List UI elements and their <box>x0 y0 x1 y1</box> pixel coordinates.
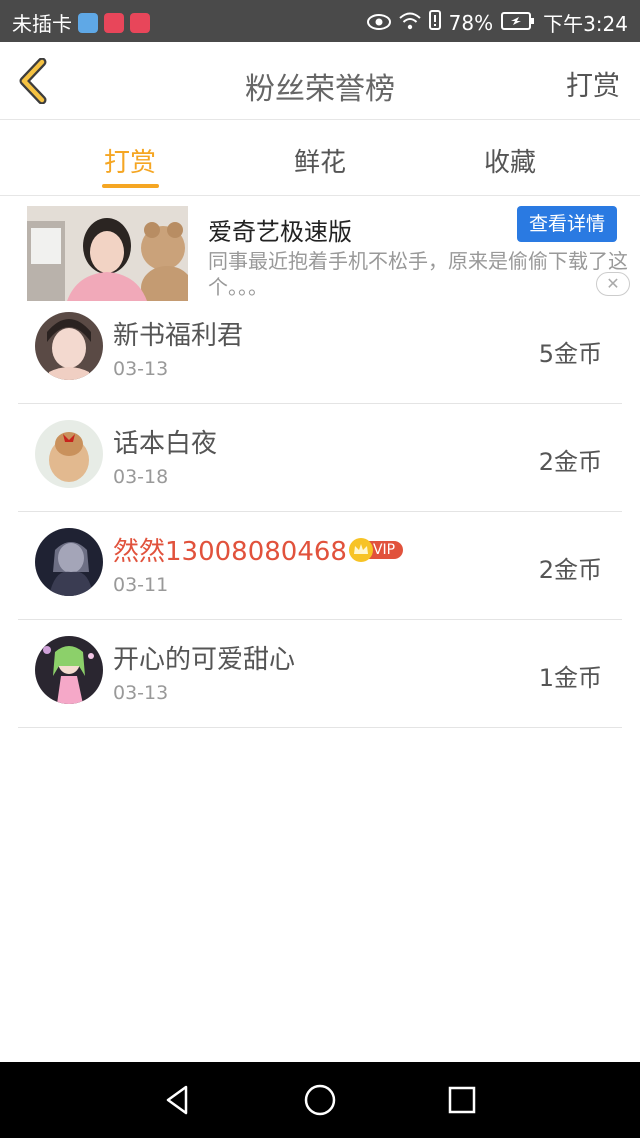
tab-reward[interactable]: 打赏 <box>70 142 190 179</box>
fan-coins: 1金币 <box>538 664 602 692</box>
carrier-text: 未插卡 <box>12 12 72 36</box>
fan-date: 03-13 <box>113 358 169 380</box>
active-tab-indicator <box>102 184 159 188</box>
system-nav-bar <box>0 1062 640 1138</box>
crown-icon <box>348 537 373 562</box>
fan-name: 话本白夜 <box>113 429 218 459</box>
fan-name: 然然13008080468 VIP <box>113 531 404 568</box>
clock: 下午3:24 <box>543 12 628 36</box>
reward-action-button[interactable]: 打赏 <box>566 64 620 103</box>
vip-badge: VIP <box>348 537 404 562</box>
fan-coins: 2金币 <box>538 448 602 476</box>
ad-thumbnail[interactable] <box>27 206 188 301</box>
avatar[interactable] <box>35 312 103 380</box>
shop-app-icon <box>104 12 124 33</box>
book-app-icon <box>130 12 150 33</box>
fan-list: 新书福利君 03-13 5金币 话本白夜 03-18 2金币 然然1300808… <box>18 296 622 728</box>
tab-favorites[interactable]: 收藏 <box>450 142 570 179</box>
fan-coins: 2金币 <box>538 556 602 584</box>
eye-icon <box>366 11 391 35</box>
fan-name: 新书福利君 <box>113 321 244 351</box>
square-recents-icon <box>448 1086 476 1114</box>
wifi-icon <box>398 11 421 35</box>
list-item[interactable]: 然然13008080468 VIP 03-11 2金币 <box>18 512 622 620</box>
alert-icon <box>428 10 441 35</box>
ad-title: 爱奇艺极速版 <box>208 218 352 246</box>
list-item[interactable]: 话本白夜 03-18 2金币 <box>18 404 622 512</box>
avatar[interactable] <box>35 528 103 596</box>
fan-coins: 5金币 <box>538 340 602 368</box>
battery-icon <box>501 11 535 35</box>
triangle-back-icon <box>166 1085 188 1115</box>
battery-percent: 78% <box>448 10 494 35</box>
page-title: 粉丝荣誉榜 <box>245 72 395 107</box>
tab-bar: 打赏 鲜花 收藏 <box>0 120 640 196</box>
nav-recents-button[interactable] <box>444 1082 480 1118</box>
browser-app-icon <box>78 12 98 33</box>
fan-date: 03-11 <box>113 574 169 596</box>
ad-details-button[interactable]: 查看详情 <box>517 206 617 242</box>
list-item[interactable]: 开心的可爱甜心 03-13 1金币 <box>18 620 622 728</box>
top-header: 粉丝荣誉榜 打赏 <box>0 42 640 120</box>
status-bar: 未插卡 78% 下午3:24 <box>0 0 640 42</box>
avatar[interactable] <box>35 420 103 488</box>
nav-back-button[interactable] <box>160 1082 196 1118</box>
circle-home-icon <box>304 1084 336 1116</box>
fan-name: 开心的可爱甜心 <box>113 645 296 675</box>
vip-label: VIP <box>368 540 404 559</box>
fan-date: 03-13 <box>113 682 169 704</box>
nav-home-button[interactable] <box>302 1082 338 1118</box>
ad-close-button[interactable]: ✕ <box>596 272 630 296</box>
list-item[interactable]: 新书福利君 03-13 5金币 <box>18 296 622 404</box>
ad-description: 同事最近抱着手机不松手，原来是偷偷下载了这个。。。 <box>208 249 628 299</box>
avatar[interactable] <box>35 636 103 704</box>
fan-date: 03-18 <box>113 466 169 488</box>
ad-banner[interactable]: 爱奇艺极速版 查看详情 同事最近抱着手机不松手，原来是偷偷下载了这个。。。 <box>0 196 640 304</box>
close-icon: ✕ <box>606 274 620 293</box>
tab-flowers[interactable]: 鲜花 <box>260 142 380 179</box>
